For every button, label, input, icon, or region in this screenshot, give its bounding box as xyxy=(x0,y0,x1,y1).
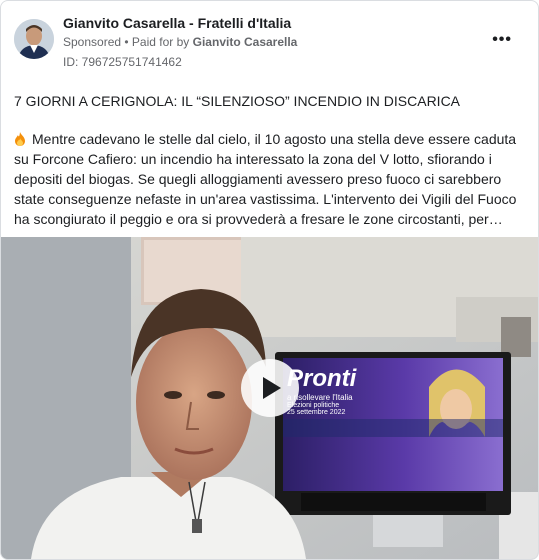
sponsored-label: Sponsored xyxy=(63,35,122,49)
more-options-button[interactable]: ••• xyxy=(492,31,512,49)
ad-id: ID: 796725751741462 xyxy=(63,55,182,69)
post-headline: 7 GIORNI A CERIGNOLA: IL “SILENZIOSO” IN… xyxy=(14,93,461,109)
post-body-text: Mentre cadevano le stelle dal cielo, il … xyxy=(14,131,517,227)
page-avatar[interactable] xyxy=(14,19,54,59)
post-body: Mentre cadevano le stelle dal cielo, il … xyxy=(14,129,526,229)
page-name[interactable]: Gianvito Casarella - Fratelli d'Italia xyxy=(63,15,291,31)
paid-for-prefix: Paid for by xyxy=(131,35,190,49)
fire-emoji-icon xyxy=(14,131,26,146)
sponsor-line: Sponsored • Paid for by Gianvito Casarel… xyxy=(63,35,298,49)
play-button[interactable] xyxy=(241,359,299,417)
tv-subtitle-3: 25 settembre 2022 xyxy=(287,409,346,416)
paid-for-name: Gianvito Casarella xyxy=(192,35,298,49)
tv-subtitle-2: Elezioni politiche xyxy=(287,402,340,409)
ad-card: Gianvito Casarella - Fratelli d'Italia S… xyxy=(0,0,539,560)
play-icon xyxy=(263,377,281,399)
